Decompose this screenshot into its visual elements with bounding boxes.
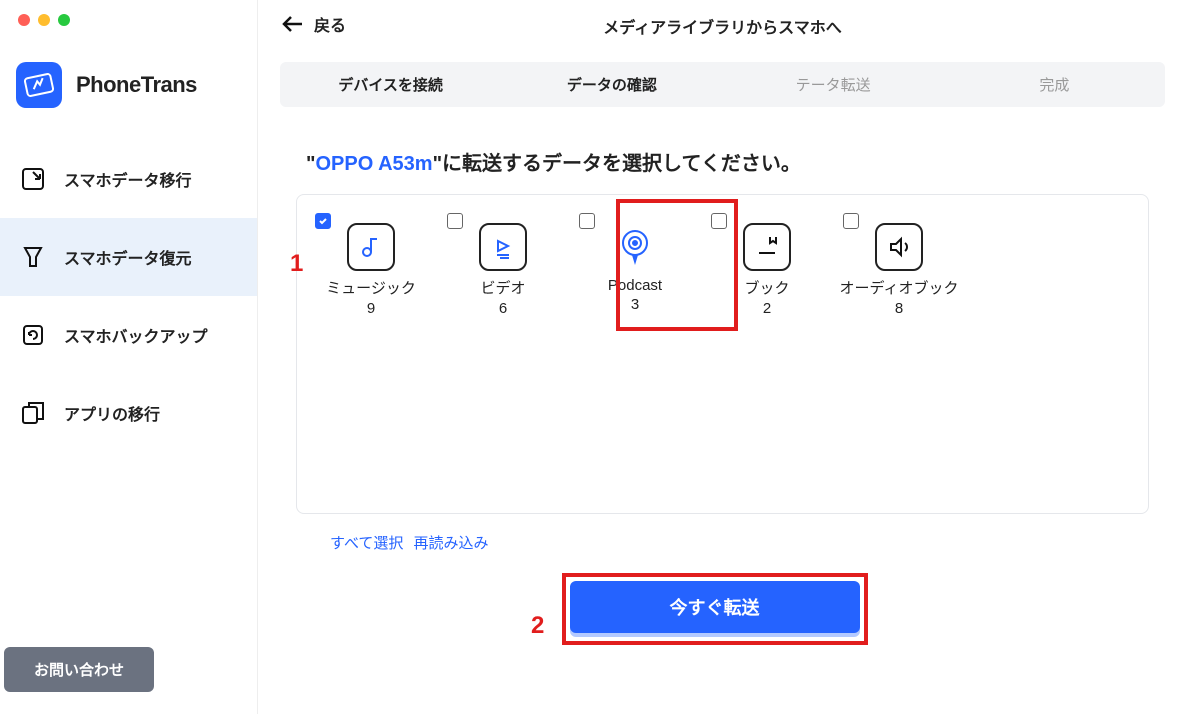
checkbox-book[interactable] [711, 213, 727, 229]
sidebar-item-backup[interactable]: スマホバックアップ [0, 296, 257, 374]
transfer-button[interactable]: 今すぐ転送 [570, 581, 860, 633]
arrow-left-icon [282, 16, 304, 32]
data-item-label: オーディオブック [833, 277, 965, 298]
step-confirm: データの確認 [501, 62, 722, 107]
data-item-count: 3 [569, 296, 701, 313]
sidebar-item-label: アプリの移行 [64, 401, 160, 425]
checkbox-audiobook[interactable] [843, 213, 859, 229]
restore-icon [18, 242, 48, 272]
window-controls [0, 0, 257, 40]
step-complete: 完成 [944, 62, 1165, 107]
sidebar-nav: スマホデータ移行 スマホデータ復元 スマホバックアップ アプリの移行 [0, 140, 257, 647]
sidebar-item-label: スマホデータ復元 [64, 245, 192, 269]
sidebar-item-label: スマホデータ移行 [64, 167, 192, 191]
back-button[interactable]: 戻る [282, 12, 346, 36]
step-bar: デバイスを接続 データの確認 テータ転送 完成 [280, 62, 1165, 107]
step-transfer: テータ転送 [723, 62, 944, 107]
sidebar-item-transfer[interactable]: スマホデータ移行 [0, 140, 257, 218]
reload-link[interactable]: 再読み込み [414, 535, 489, 552]
data-item-music[interactable]: ミュージック 9 [305, 213, 437, 495]
instruction-text: "OPPO A53m"に転送するデータを選択してください。 [258, 107, 1187, 194]
checkbox-podcast[interactable] [579, 213, 595, 229]
data-item-count: 9 [305, 300, 437, 317]
minimize-window-icon[interactable] [38, 14, 50, 26]
step-connect: デバイスを接続 [280, 62, 501, 107]
apps-icon [18, 398, 48, 428]
maximize-window-icon[interactable] [58, 14, 70, 26]
main-content: 戻る メディアライブラリからスマホへ デバイスを接続 データの確認 テータ転送 … [258, 0, 1187, 714]
podcast-icon [611, 223, 659, 271]
checkbox-video[interactable] [447, 213, 463, 229]
data-item-count: 8 [833, 300, 965, 317]
data-type-panel: ミュージック 9 ビデオ 6 Podcast 3 [296, 194, 1149, 514]
contact-button[interactable]: お問い合わせ [4, 647, 154, 692]
annotation-number-2: 2 [531, 612, 544, 640]
top-bar: 戻る メディアライブラリからスマホへ [258, 0, 1187, 52]
device-name: OPPO A53m [315, 153, 432, 175]
app-logo-icon [16, 62, 62, 108]
backup-icon [18, 320, 48, 350]
data-item-book[interactable]: ブック 2 [701, 213, 833, 495]
page-title: メディアライブラリからスマホへ [603, 14, 841, 38]
back-label: 戻る [314, 12, 346, 36]
data-item-label: Podcast [569, 277, 701, 294]
close-window-icon[interactable] [18, 14, 30, 26]
links-row: すべて選択 再読み込み [258, 514, 1187, 553]
checkbox-music[interactable] [315, 213, 331, 229]
sidebar-item-label: スマホバックアップ [64, 323, 208, 347]
data-item-podcast[interactable]: Podcast 3 [569, 213, 701, 495]
select-all-link[interactable]: すべて選択 [330, 535, 403, 552]
data-item-audiobook[interactable]: オーディオブック 8 [833, 213, 965, 495]
sidebar-item-restore[interactable]: スマホデータ復元 [0, 218, 257, 296]
video-icon [479, 223, 527, 271]
data-item-label: ビデオ [437, 277, 569, 298]
data-item-count: 2 [701, 300, 833, 317]
audiobook-icon [875, 223, 923, 271]
data-item-label: ミュージック [305, 277, 437, 298]
music-icon [347, 223, 395, 271]
app-name: PhoneTrans [76, 72, 197, 98]
sidebar-item-apps[interactable]: アプリの移行 [0, 374, 257, 452]
sidebar: PhoneTrans スマホデータ移行 スマホデータ復元 スマホバックアップ [0, 0, 258, 714]
book-icon [743, 223, 791, 271]
transfer-icon [18, 164, 48, 194]
data-item-label: ブック [701, 277, 833, 298]
data-item-video[interactable]: ビデオ 6 [437, 213, 569, 495]
data-item-count: 6 [437, 300, 569, 317]
app-logo-row: PhoneTrans [0, 40, 257, 140]
